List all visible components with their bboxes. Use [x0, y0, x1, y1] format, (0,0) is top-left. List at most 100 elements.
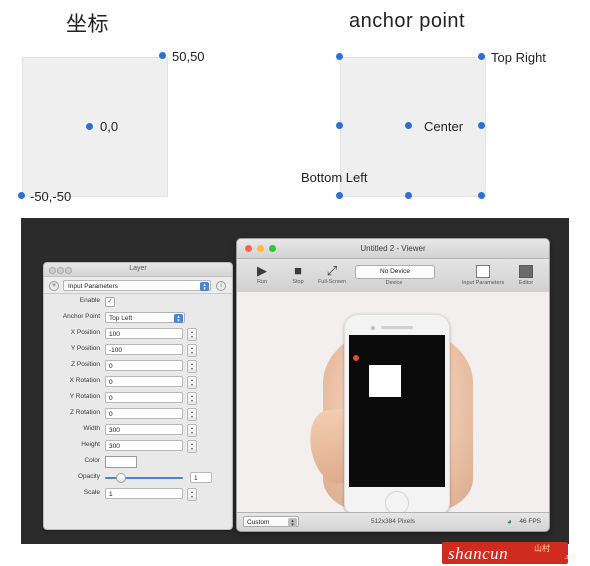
- layer-row: Height 300 ▴ ▾: [44, 438, 232, 454]
- anchor-dot-top-right: [478, 53, 485, 60]
- layer-row: Scale 1 ▴ ▾: [44, 486, 232, 502]
- label-bottom-left: -50,-50: [30, 189, 72, 204]
- layer-row-label: Color: [84, 457, 100, 464]
- stepper-icon[interactable]: ▴ ▾: [187, 424, 197, 437]
- viewer-toolbar: ▶ Run ■ Stop ⤢ Full-Screen No Device Dev…: [237, 259, 549, 294]
- run-button[interactable]: ▶ Run: [245, 262, 279, 285]
- anchor-dot-bottom-left: [336, 192, 343, 199]
- layer-row-field[interactable]: 0: [105, 392, 183, 403]
- panel-icon: [476, 265, 490, 278]
- layer-inspector-window[interactable]: Layer ✳ i Input Parameters ▴ ▾ Enable ✓ Anc…: [43, 262, 233, 530]
- anchor-point-marker: [353, 355, 359, 361]
- dot-top-right: [159, 52, 166, 59]
- pixels-label: 512x384 Pixels: [370, 518, 416, 525]
- layer-row-label: Opacity: [77, 473, 100, 480]
- anchor-label-top-right: Top Right: [491, 50, 546, 65]
- viewer-canvas[interactable]: [237, 292, 549, 512]
- layer-row: Color: [44, 454, 232, 470]
- fullscreen-button[interactable]: ⤢ Full-Screen: [315, 262, 349, 285]
- stop-icon: ■: [294, 263, 302, 278]
- layer-row-label: Y Position: [70, 345, 100, 352]
- viewer-window[interactable]: Untitled 2 - Viewer ▶ Run ■ Stop ⤢ Full-…: [236, 238, 550, 532]
- layer-row-label: Enable: [79, 297, 100, 304]
- opacity-value[interactable]: 1: [190, 472, 212, 483]
- phone-speaker-icon: [381, 326, 413, 329]
- gear-icon[interactable]: ✳: [49, 281, 59, 291]
- phone-camera-icon: [371, 326, 375, 330]
- layer-row: Z Position 0 ▴ ▾: [44, 358, 232, 374]
- layer-row-label: Width: [83, 425, 100, 432]
- label-center: 0,0: [100, 119, 119, 134]
- layer-window-title: Layer: [129, 265, 147, 272]
- anchor-dot-bottom-right: [478, 192, 485, 199]
- coordinate-diagram: 坐标 anchor point 50,50 0,0 -50,-50 Top Ri…: [0, 0, 590, 212]
- coordinate-box: [22, 57, 168, 197]
- layer-titlebar[interactable]: Layer: [44, 263, 232, 277]
- rendered-layer-rect: [369, 365, 401, 397]
- info-icon[interactable]: i: [216, 281, 226, 291]
- stepper-icon[interactable]: ▴ ▾: [187, 440, 197, 453]
- layer-row-field[interactable]: 1: [105, 488, 183, 499]
- layer-row-field[interactable]: 300: [105, 440, 183, 451]
- editor-caption: Editor: [518, 280, 534, 286]
- stepper-icon[interactable]: ▴ ▾: [187, 392, 197, 405]
- stepper-icon[interactable]: ▴ ▾: [187, 360, 197, 373]
- stop-button[interactable]: ■ Stop: [281, 262, 315, 285]
- layer-row-field[interactable]: -100: [105, 344, 183, 355]
- viewer-titlebar[interactable]: Untitled 2 - Viewer: [237, 239, 549, 259]
- fullscreen-caption: Full-Screen: [317, 279, 347, 285]
- anchor-dot-top-left: [336, 53, 343, 60]
- enable-checkbox[interactable]: ✓: [105, 297, 115, 307]
- phone-device: [344, 314, 450, 512]
- layer-row-label: X Position: [70, 329, 100, 336]
- layer-row: Z Rotation 0 ▴ ▾: [44, 406, 232, 422]
- color-well[interactable]: [105, 456, 137, 468]
- anchor-label-bottom-left: Bottom Left: [301, 170, 368, 185]
- layer-row-field[interactable]: 100: [105, 328, 183, 339]
- anchor-point-value: Top Left: [109, 315, 133, 322]
- chevron-updown-icon: ▴ ▾: [174, 314, 183, 324]
- viewer-statusbar: Custom ▴ ▾ 512x384 Pixels ◕ 46 FPS: [237, 512, 549, 531]
- dot-center: [86, 123, 93, 130]
- layer-row: X Position 100 ▴ ▾: [44, 326, 232, 342]
- anchor-dot-center: [405, 122, 412, 129]
- layer-row-field[interactable]: 0: [105, 360, 183, 371]
- layer-row-field[interactable]: 300: [105, 424, 183, 435]
- stepper-icon[interactable]: ▴ ▾: [187, 376, 197, 389]
- label-top-right: 50,50: [172, 49, 205, 64]
- anchor-point-popup[interactable]: Top Left ▴ ▾: [105, 312, 185, 324]
- play-icon: ▶: [257, 263, 267, 278]
- stepper-icon[interactable]: ▴ ▾: [187, 408, 197, 421]
- slider-knob[interactable]: [116, 473, 126, 483]
- app-screenshot: Layer ✳ i Input Parameters ▴ ▾ Enable ✓ Anc…: [21, 218, 569, 544]
- layer-row: Y Rotation 0 ▴ ▾: [44, 390, 232, 406]
- layer-row-label: X Rotation: [69, 377, 100, 384]
- watermark-suffix: .net: [564, 552, 576, 561]
- stepper-icon[interactable]: ▴ ▾: [187, 488, 197, 501]
- editor-icon: [519, 265, 533, 278]
- layer-row-field[interactable]: 0: [105, 376, 183, 387]
- stepper-icon[interactable]: ▴ ▾: [187, 344, 197, 357]
- watermark: shancun 山村 .net: [442, 542, 582, 564]
- watermark-text: shancun: [448, 544, 509, 563]
- dot-bottom-left: [18, 192, 25, 199]
- layer-row: Anchor Point Top Left ▴ ▾: [44, 310, 232, 326]
- stepper-icon[interactable]: ▴ ▾: [187, 328, 197, 341]
- diagram-right-title: anchor point: [349, 10, 466, 32]
- anchor-dot-mid-right: [478, 122, 485, 129]
- phone-photo: [237, 292, 549, 512]
- layer-row-label: Z Position: [71, 361, 100, 368]
- layer-row-field[interactable]: 0: [105, 408, 183, 419]
- device-select-button[interactable]: No Device: [355, 265, 435, 279]
- input-parameters-button[interactable]: Input Parameters: [459, 262, 507, 286]
- layer-row: Opacity 1: [44, 470, 232, 486]
- layer-row-label: Anchor Point: [62, 313, 100, 320]
- run-caption: Run: [256, 279, 268, 285]
- fullscreen-icon: ⤢: [326, 263, 338, 278]
- editor-button[interactable]: Editor: [509, 262, 543, 286]
- home-button-icon: [385, 491, 409, 512]
- layer-row-label: Height: [81, 441, 100, 448]
- layer-row: X Rotation 0 ▴ ▾: [44, 374, 232, 390]
- input-parameters-popup[interactable]: Input Parameters ▴ ▾: [63, 280, 211, 292]
- layer-row-label: Scale: [83, 489, 100, 496]
